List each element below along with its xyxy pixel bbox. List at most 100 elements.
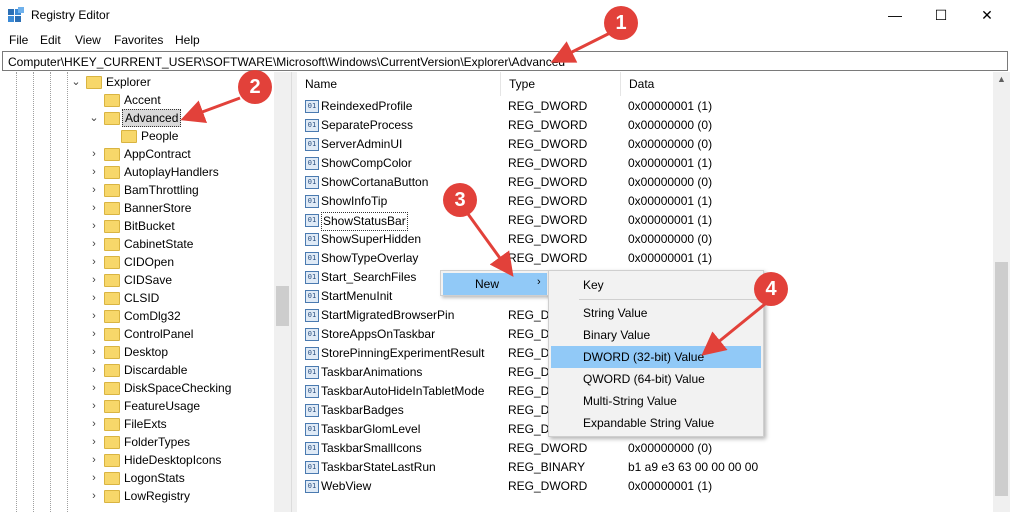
submenu-item-expandable-string-value[interactable]: Expandable String Value (551, 412, 761, 434)
folder-icon (104, 346, 120, 359)
tree-item[interactable]: › BamThrottling (0, 181, 274, 199)
folder-icon (104, 256, 120, 269)
menu-view[interactable]: View (75, 33, 101, 47)
chevron-right-icon[interactable]: › (88, 325, 100, 343)
chevron-down-icon[interactable]: ⌄ (70, 73, 82, 91)
chevron-right-icon[interactable]: › (88, 469, 100, 487)
annotation-callout-3: 3 (443, 183, 477, 217)
chevron-right-icon[interactable]: › (88, 361, 100, 379)
address-bar[interactable]: Computer\HKEY_CURRENT_USER\SOFTWARE\Micr… (2, 51, 1008, 71)
folder-icon (104, 436, 120, 449)
submenu-item-label: Expandable String Value (583, 416, 715, 430)
submenu-item-multi-string-value[interactable]: Multi-String Value (551, 390, 761, 412)
chevron-right-icon[interactable]: › (88, 307, 100, 325)
tree-item[interactable]: People (0, 127, 274, 145)
chevron-right-icon[interactable]: › (88, 181, 100, 199)
menu-help[interactable]: Help (175, 33, 200, 47)
chevron-right-icon[interactable]: › (88, 235, 100, 253)
tree-item[interactable]: › ControlPanel (0, 325, 274, 343)
chevron-right-icon[interactable]: › (88, 451, 100, 469)
column-header-type[interactable]: Type (501, 72, 621, 96)
value-data: 0x00000001 (1) (628, 251, 713, 265)
tree-item[interactable]: › BitBucket (0, 217, 274, 235)
tree-item[interactable]: › AutoplayHandlers (0, 163, 274, 181)
list-scrollbar-thumb[interactable] (995, 262, 1008, 496)
tree-scrollbar-thumb[interactable] (276, 286, 289, 326)
scroll-up-arrow-icon[interactable]: ▲ (993, 74, 1010, 90)
tree-item[interactable]: Accent (0, 91, 274, 109)
tree-item[interactable]: › FeatureUsage (0, 397, 274, 415)
chevron-down-icon[interactable]: ⌄ (88, 109, 100, 127)
list-item[interactable]: 01 ShowTypeOverlay REG_DWORD 0x00000001 (1) (297, 249, 997, 268)
tree-item[interactable]: › Discardable (0, 361, 274, 379)
menu-file[interactable]: File (9, 33, 28, 47)
submenu-item-dword-value[interactable]: DWORD (32-bit) Value (551, 346, 761, 368)
list-item[interactable]: 01 ShowInfoTip REG_DWORD 0x00000001 (1) (297, 192, 997, 211)
list-item[interactable]: 01 SeparateProcess REG_DWORD 0x00000000 (0) (297, 116, 997, 135)
chevron-right-icon[interactable]: › (88, 379, 100, 397)
tree-item[interactable]: › CIDOpen (0, 253, 274, 271)
dword-value-icon: 01 (305, 328, 319, 341)
menu-favorites[interactable]: Favorites (114, 33, 163, 47)
folder-icon (104, 238, 120, 251)
tree-item[interactable]: ⌄ Explorer (0, 73, 274, 91)
dword-value-icon: 01 (305, 309, 319, 322)
chevron-right-icon[interactable]: › (88, 343, 100, 361)
tree-item[interactable]: › FileExts (0, 415, 274, 433)
value-name: TaskbarAnimations (321, 365, 423, 379)
list-item[interactable]: 01 ShowStatusBar REG_DWORD 0x00000001 (1) (297, 211, 997, 231)
tree-item[interactable]: › LowRegistry (0, 487, 274, 505)
list-item[interactable]: 01 WebView REG_DWORD 0x00000001 (1) (297, 477, 997, 496)
tree-item-label: HideDesktopIcons (124, 453, 222, 467)
list-item[interactable]: 01 ShowSuperHidden REG_DWORD 0x00000000 (0) (297, 230, 997, 249)
value-name: StorePinningExperimentResult (321, 346, 485, 360)
tree-item[interactable]: › LogonStats (0, 469, 274, 487)
chevron-right-icon[interactable]: › (88, 415, 100, 433)
chevron-right-icon[interactable]: › (88, 217, 100, 235)
list-item[interactable]: 01 ShowCompColor REG_DWORD 0x00000001 (1) (297, 154, 997, 173)
tree-item[interactable]: › ComDlg32 (0, 307, 274, 325)
submenu-item-label: Key (583, 278, 604, 292)
folder-icon (104, 292, 120, 305)
submenu-item-binary-value[interactable]: Binary Value (551, 324, 761, 346)
tree-item[interactable]: › DiskSpaceChecking (0, 379, 274, 397)
chevron-right-icon[interactable]: › (88, 253, 100, 271)
tree-item[interactable]: › CLSID (0, 289, 274, 307)
folder-icon (104, 472, 120, 485)
chevron-right-icon[interactable]: › (88, 433, 100, 451)
folder-icon (104, 490, 120, 503)
list-item[interactable]: 01 TaskbarStateLastRun REG_BINARY b1 a9 e3 … (297, 458, 997, 477)
folder-icon (104, 418, 120, 431)
submenu-item-qword-value[interactable]: QWORD (64-bit) Value (551, 368, 761, 390)
key-tree[interactable]: ⌄ Explorer Accent ⌄ Advanced People › AppContra… (0, 72, 291, 512)
dword-value-icon: 01 (305, 138, 319, 151)
column-header-data[interactable]: Data (621, 72, 1001, 96)
menu-edit[interactable]: Edit (40, 33, 61, 47)
minimize-button[interactable]: — (872, 0, 918, 30)
chevron-right-icon[interactable]: › (88, 271, 100, 289)
list-item[interactable]: 01 ShowCortanaButton REG_DWORD 0x00000000 (… (297, 173, 997, 192)
chevron-right-icon[interactable]: › (88, 145, 100, 163)
tree-item[interactable]: › Desktop (0, 343, 274, 361)
list-item[interactable]: 01 TaskbarSmallIcons REG_DWORD 0x00000000 (… (297, 439, 997, 458)
maximize-button[interactable]: ☐ (918, 0, 964, 30)
chevron-right-icon[interactable]: › (88, 199, 100, 217)
list-item[interactable]: 01 ReindexedProfile REG_DWORD 0x00000001 (1… (297, 97, 997, 116)
chevron-right-icon[interactable]: › (88, 289, 100, 307)
chevron-right-icon[interactable]: › (88, 397, 100, 415)
submenu-item-string-value[interactable]: String Value (551, 302, 761, 324)
tree-item[interactable]: › HideDesktopIcons (0, 451, 274, 469)
tree-item[interactable]: › FolderTypes (0, 433, 274, 451)
tree-item[interactable]: › BannerStore (0, 199, 274, 217)
submenu-item-key[interactable]: Key (551, 274, 761, 296)
context-menu-new[interactable]: New › (443, 273, 547, 295)
tree-item[interactable]: › CIDSave (0, 271, 274, 289)
chevron-right-icon[interactable]: › (88, 163, 100, 181)
tree-item[interactable]: › CabinetState (0, 235, 274, 253)
list-item[interactable]: 01 ServerAdminUI REG_DWORD 0x00000000 (0) (297, 135, 997, 154)
chevron-right-icon[interactable]: › (88, 487, 100, 505)
tree-item[interactable]: › AppContract (0, 145, 274, 163)
close-button[interactable]: ✕ (964, 0, 1010, 30)
column-header-name[interactable]: Name (297, 72, 501, 96)
tree-item[interactable]: ⌄ Advanced (0, 109, 274, 127)
